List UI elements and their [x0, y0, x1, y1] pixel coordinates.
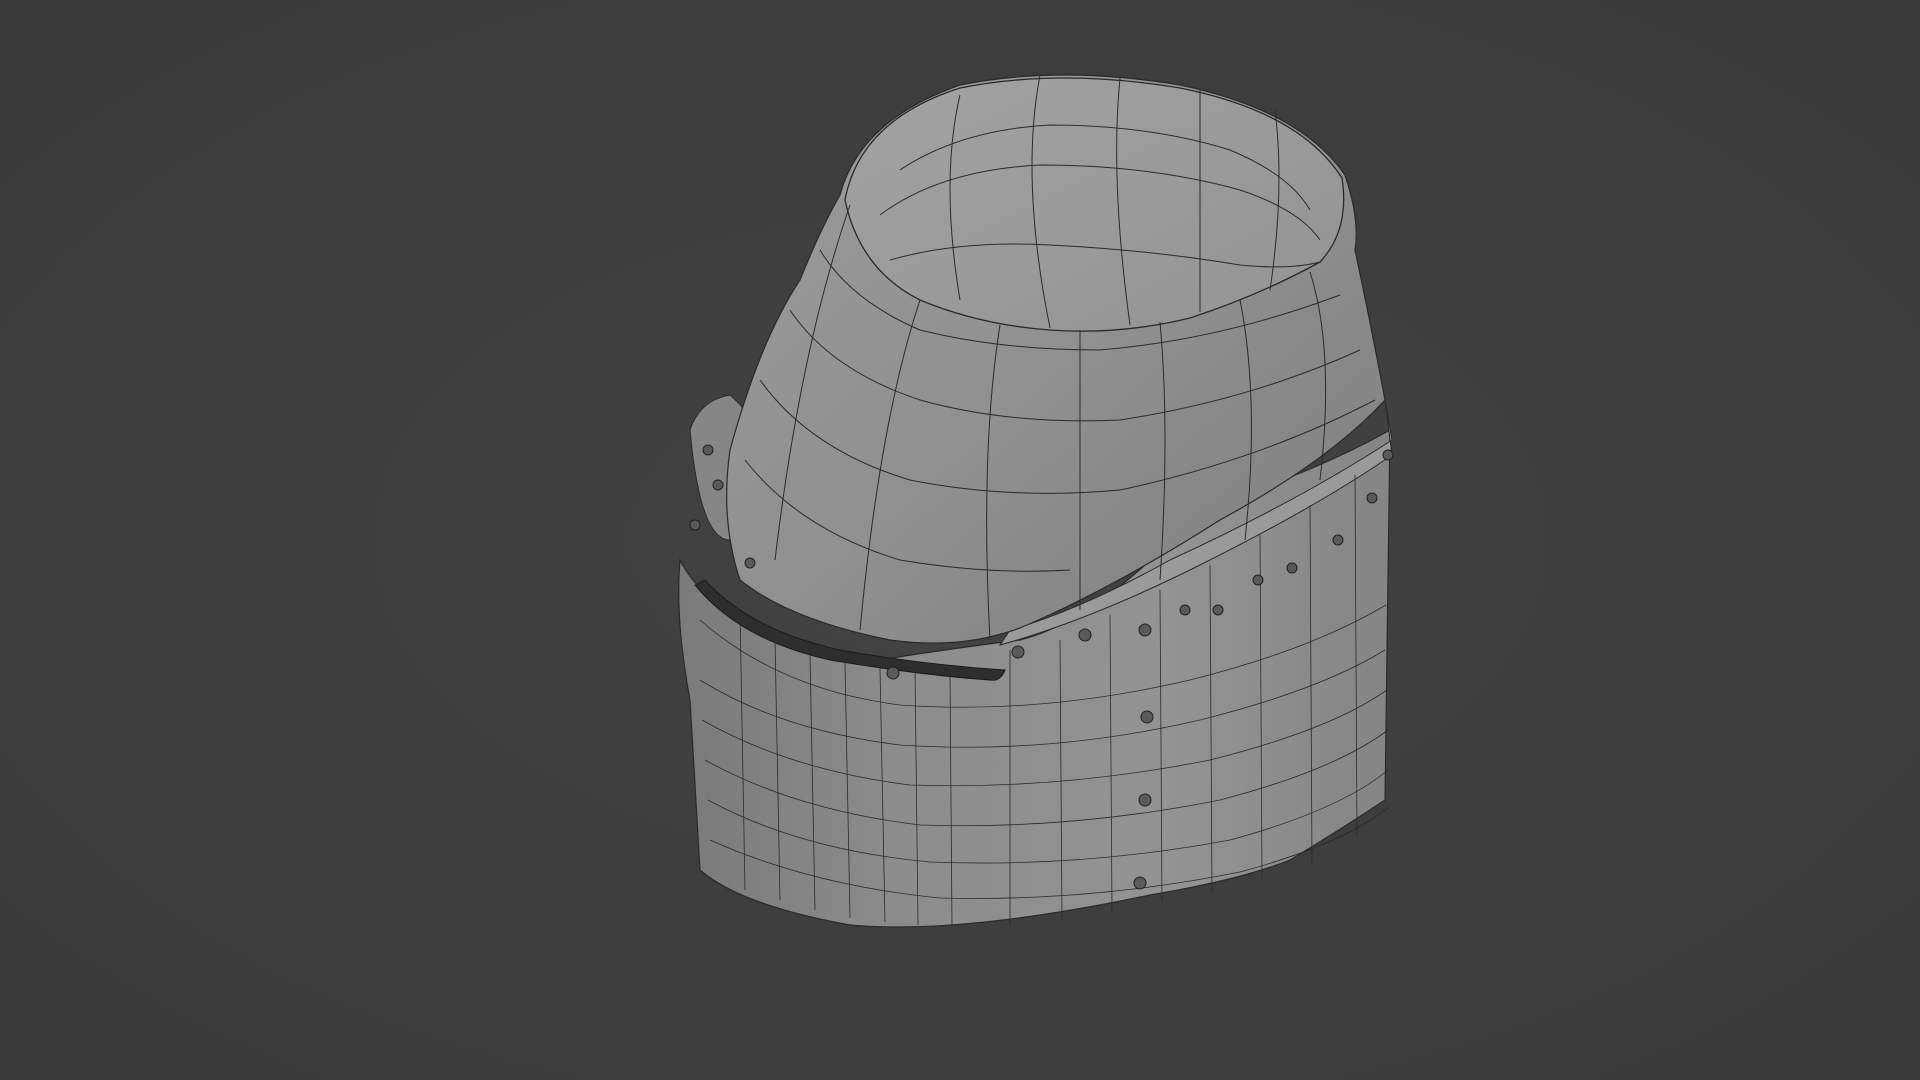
helmet-model[interactable] [678, 74, 1394, 928]
viewport-canvas[interactable] [0, 0, 1920, 1080]
3d-viewport[interactable] [0, 0, 1920, 1080]
